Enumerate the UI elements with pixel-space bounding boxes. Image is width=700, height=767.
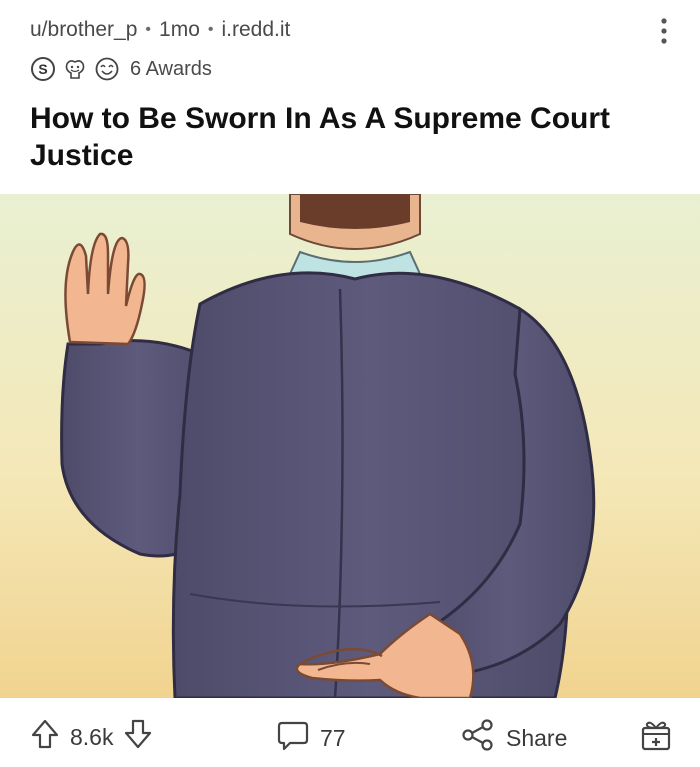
give-award-button[interactable] xyxy=(640,716,672,758)
gift-award-icon xyxy=(640,716,672,758)
svg-text:S: S xyxy=(38,61,47,77)
post-header: u/brother_p • 1mo • i.redd.it S 6 Awards… xyxy=(0,0,700,190)
share-icon xyxy=(460,718,496,758)
share-button[interactable]: Share xyxy=(460,718,567,758)
post-action-bar: 8.6k 77 Share xyxy=(0,700,700,767)
share-label: Share xyxy=(506,724,568,751)
separator-dot: • xyxy=(145,21,152,38)
downvote-icon[interactable] xyxy=(123,718,153,756)
vote-score: 8.6k xyxy=(70,723,114,750)
awards-count: 6 Awards xyxy=(130,57,212,80)
more-options-icon[interactable] xyxy=(654,16,674,46)
upvote-icon[interactable] xyxy=(30,718,60,756)
face-award-icon xyxy=(94,56,120,82)
separator-dot: • xyxy=(207,21,214,38)
post-meta: u/brother_p • 1mo • i.redd.it xyxy=(30,18,290,42)
comment-icon xyxy=(276,718,310,758)
awards-row[interactable]: S 6 Awards xyxy=(30,56,212,82)
author-link[interactable]: u/brother_p xyxy=(30,18,137,42)
comment-count: 77 xyxy=(320,724,346,751)
silver-award-icon: S xyxy=(30,56,56,82)
sworn-in-illustration xyxy=(0,194,700,698)
post-title[interactable]: How to Be Sworn In As A Supreme Court Ju… xyxy=(30,100,670,174)
comments-button[interactable]: 77 xyxy=(276,718,346,758)
vote-group: 8.6k xyxy=(30,718,153,756)
wholesome-award-icon xyxy=(62,56,88,82)
post-image[interactable] xyxy=(0,194,700,698)
post-age: 1mo xyxy=(159,18,200,41)
post-domain-link[interactable]: i.redd.it xyxy=(222,18,291,42)
